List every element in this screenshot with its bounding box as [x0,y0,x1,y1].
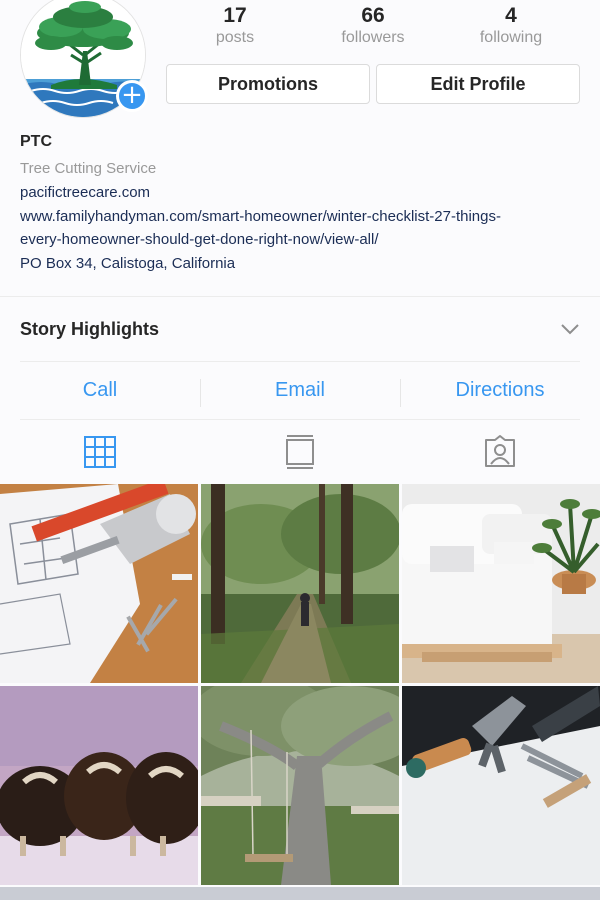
tab-tagged[interactable] [400,420,600,484]
profile-stats: 17 posts 66 followers 4 following [166,4,580,50]
email-button[interactable]: Email [200,378,400,407]
contact-actions: Call Email Directions [0,362,600,418]
edit-profile-button[interactable]: Edit Profile [376,64,580,104]
posts-count: 17 [223,4,247,27]
profile-bio: PTC Tree Cutting Service pacifictreecare… [20,130,580,275]
post-thumbnail[interactable] [0,686,198,885]
tree-swing-image [201,686,399,885]
post-thumbnail[interactable] [402,686,600,885]
feed-icon [286,435,314,469]
following-label: following [479,29,543,46]
blueprints-drill-image [0,484,198,683]
posts-label: posts [215,29,255,46]
bio-link-line-1[interactable]: www.familyhandyman.com/smart-homeowner/w… [20,205,580,229]
following-count: 4 [505,4,517,27]
bio-link-line-2[interactable]: every-homeowner-should-get-done-right-no… [20,228,580,252]
posts-stat[interactable]: 17 posts [166,4,304,50]
address-link[interactable]: PO Box 34, Calistoga, California [20,252,580,276]
promotions-button[interactable]: Promotions [166,64,370,104]
tagged-icon [485,435,515,467]
tab-grid[interactable] [0,420,200,484]
post-thumbnail[interactable] [402,484,600,683]
white-sofa-room-image [402,484,600,683]
profile-header: + 17 posts 66 followers 4 following Prom… [0,0,600,120]
followers-count: 66 [361,4,385,27]
directions-button[interactable]: Directions [400,378,600,407]
profile-view-tabs [0,420,600,484]
tab-feed[interactable] [200,420,400,484]
post-thumbnail[interactable] [0,484,198,683]
forest-path-image [201,484,399,683]
tools-on-paper-image [402,686,600,885]
website-link[interactable]: pacifictreecare.com [20,181,580,205]
post-thumbnail[interactable] [201,686,399,885]
call-button[interactable]: Call [0,379,200,402]
followers-label: followers [341,29,405,46]
profile-category: Tree Cutting Service [20,160,157,177]
musk-oxen-image [0,686,198,885]
post-thumbnail[interactable] [201,484,399,683]
profile-name: PTC [20,133,52,150]
story-highlights-label: Story Highlights [20,318,159,339]
story-highlights-row[interactable]: Story Highlights [20,300,580,358]
plus-icon[interactable]: + [116,80,148,112]
grid-icon [84,436,116,468]
next-row-peek [0,887,600,900]
chevron-down-icon[interactable] [560,322,580,336]
post-grid [0,484,600,900]
followers-stat[interactable]: 66 followers [304,4,442,50]
following-stat[interactable]: 4 following [442,4,580,50]
divider [0,296,600,297]
